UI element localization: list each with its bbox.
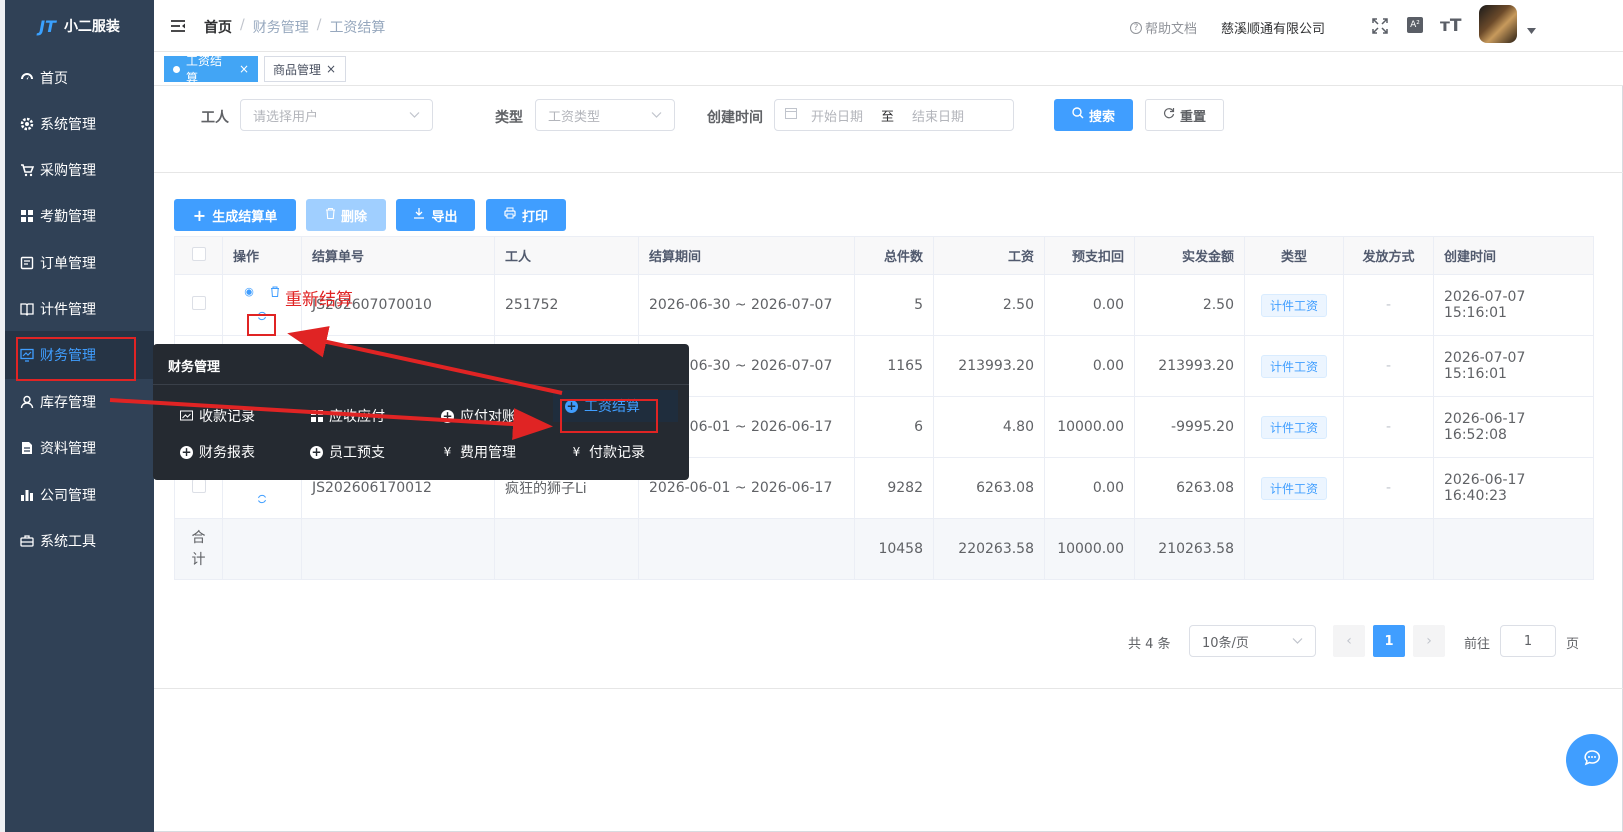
arrow-to-recalculate	[287, 326, 563, 395]
annotation-arrows	[109, 326, 563, 441]
arrow-to-wage-settlement	[109, 398, 553, 441]
chat-button[interactable]	[1566, 734, 1618, 786]
chat-icon	[1583, 749, 1601, 771]
